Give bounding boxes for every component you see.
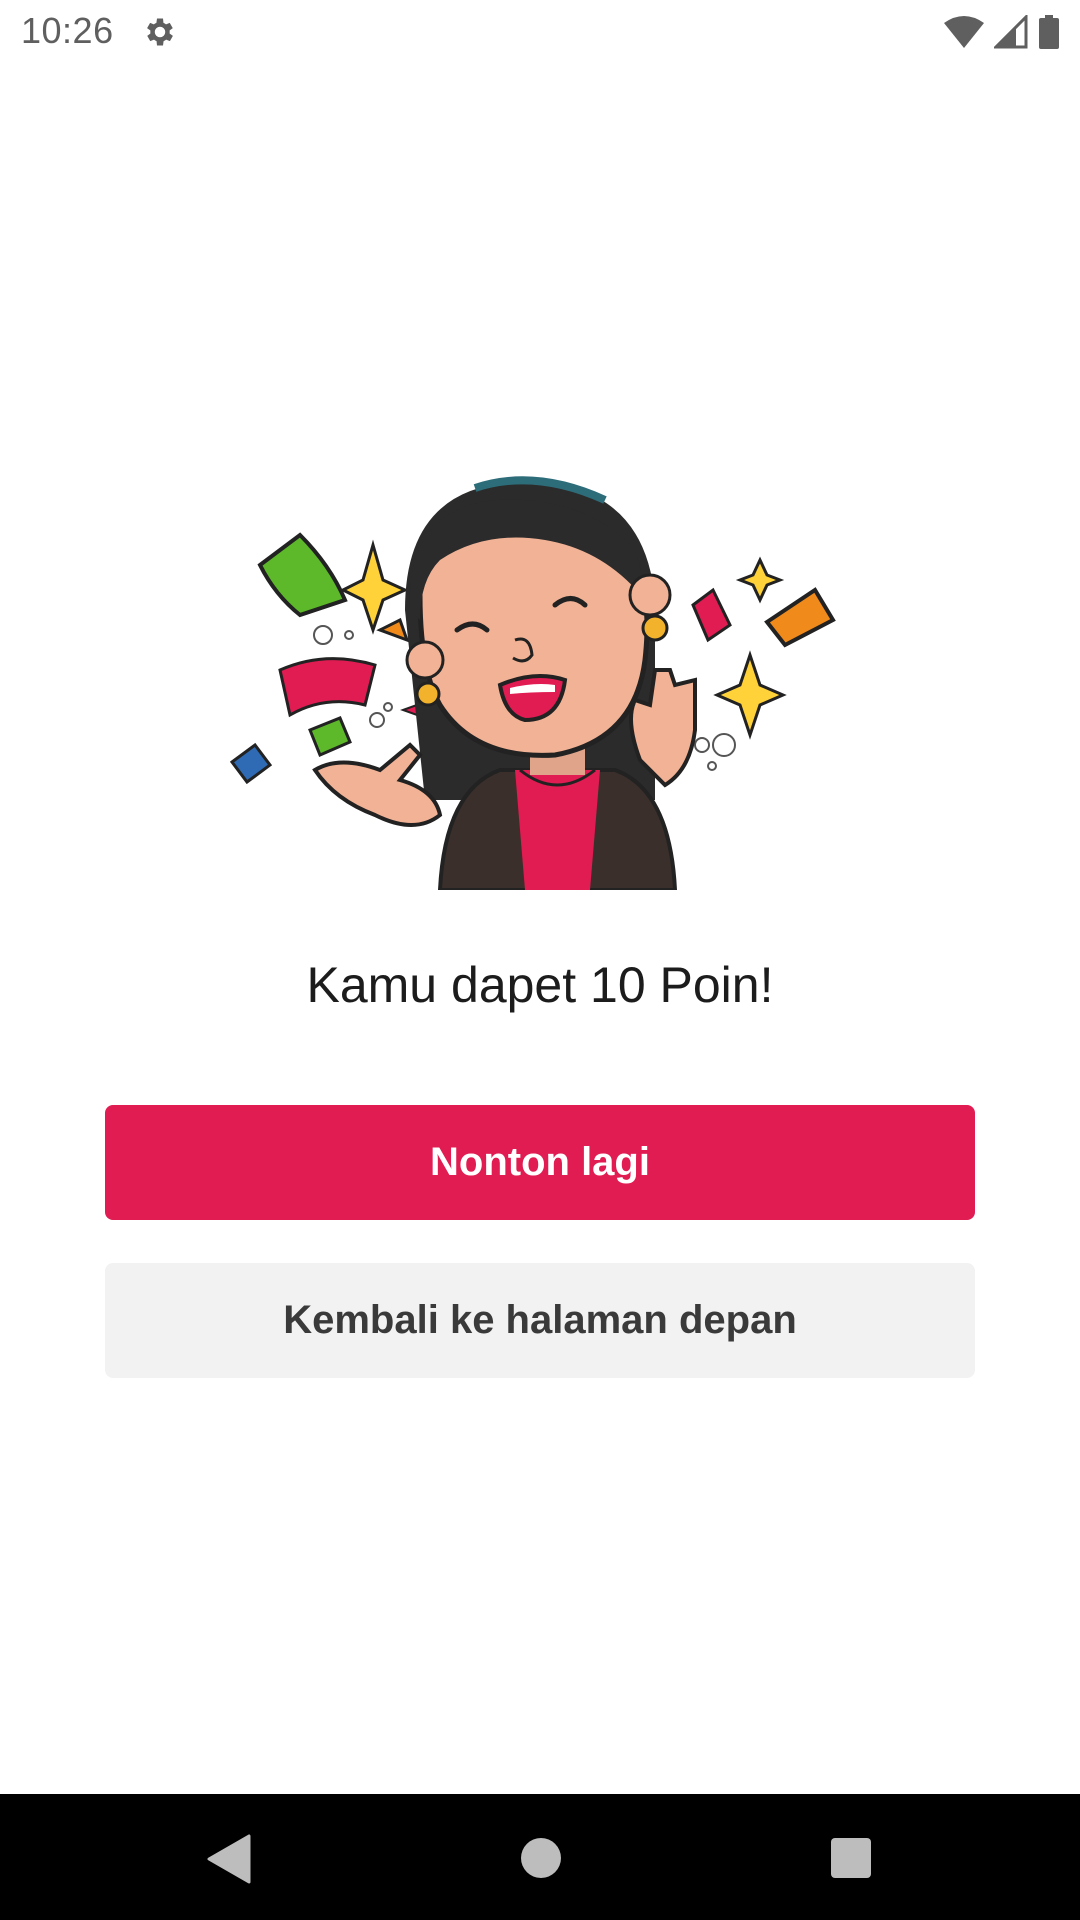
battery-icon (1039, 15, 1059, 49)
status-icons (944, 14, 1060, 50)
back-icon[interactable] (205, 1834, 251, 1884)
status-bar: 10:26 (0, 0, 1080, 63)
gear-icon (147, 18, 173, 46)
signal-icon (994, 15, 1028, 49)
navigation-bar (0, 1794, 1080, 1920)
status-time: 10:26 (21, 10, 114, 51)
wifi-icon (944, 16, 984, 48)
reward-message: Kamu dapet 10 Poin! (306, 957, 774, 1013)
back-to-home-button[interactable]: Kembali ke halaman depan (105, 1263, 975, 1378)
recents-icon[interactable] (831, 1838, 871, 1878)
watch-again-button[interactable]: Nonton lagi (105, 1105, 975, 1220)
celebrating-woman-illustration (229, 476, 836, 890)
home-icon[interactable] (521, 1838, 561, 1878)
